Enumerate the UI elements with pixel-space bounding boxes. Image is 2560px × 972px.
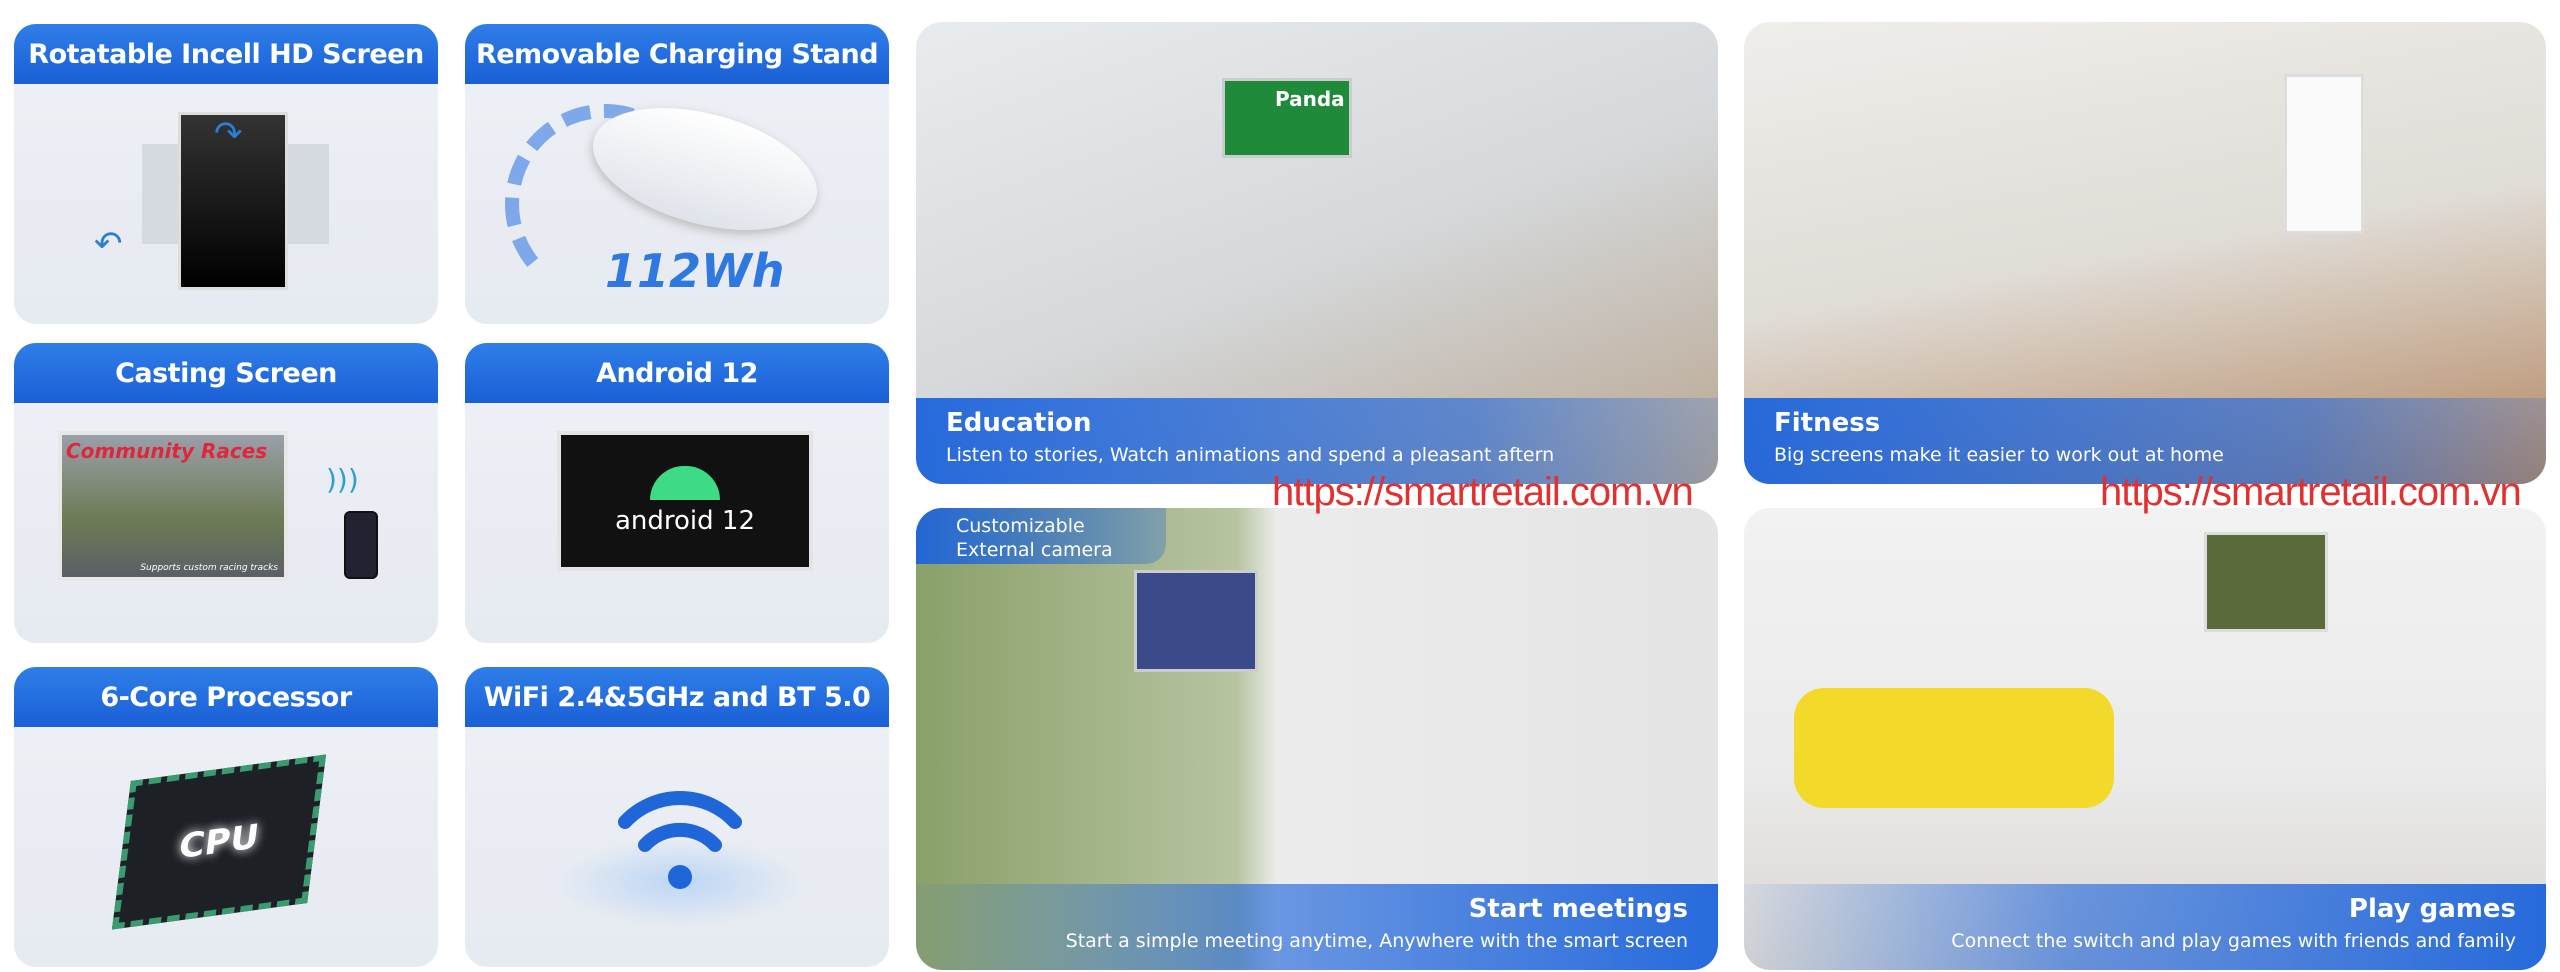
feature-card-wifi: WiFi 2.4&5GHz and BT 5.0 bbox=[465, 667, 889, 967]
scene-meetings: Customizable External camera Start meeti… bbox=[916, 508, 1718, 970]
feature-card-casting: Casting Screen Community Races Supports … bbox=[14, 343, 438, 643]
smart-screen bbox=[2204, 532, 2328, 632]
cast-icon: ))) bbox=[326, 463, 359, 496]
android-icon bbox=[650, 466, 720, 500]
camera-badge: Customizable External camera bbox=[916, 508, 1166, 564]
scene-fitness: Fitness Big screens make it easier to wo… bbox=[1744, 22, 2546, 484]
rotate-arrow-icon: ↷ bbox=[214, 114, 243, 154]
feature-card-processor: 6-Core Processor CPU bbox=[14, 667, 438, 967]
scene-title: Education bbox=[946, 408, 1092, 438]
scene-subtitle: Big screens make it easier to work out a… bbox=[1774, 444, 2224, 466]
screen-label: Panda bbox=[1222, 78, 1352, 158]
screen-caption: Supports custom racing tracks bbox=[140, 563, 278, 573]
cast-tv-screen: Community Races Supports custom racing t… bbox=[58, 431, 288, 581]
scene-title: Start meetings bbox=[1468, 894, 1688, 924]
watermark: https://smartretail.com.vn bbox=[1272, 470, 1694, 514]
yellow-sofa bbox=[1794, 688, 2114, 808]
feature-title: 6-Core Processor bbox=[14, 667, 438, 727]
scene-title: Fitness bbox=[1774, 408, 1881, 438]
phone-icon bbox=[344, 511, 378, 579]
feature-card-android: Android 12 android 12 bbox=[465, 343, 889, 643]
scene-subtitle: Listen to stories, Watch animations and … bbox=[946, 444, 1555, 466]
feature-title: Removable Charging Stand bbox=[465, 24, 889, 84]
android-label: android 12 bbox=[614, 506, 756, 536]
scene-title: Play games bbox=[2348, 894, 2516, 924]
scene-subtitle: Connect the switch and play games with f… bbox=[1951, 930, 2516, 952]
feature-title: Rotatable Incell HD Screen bbox=[14, 24, 438, 84]
feature-card-charging-stand: Removable Charging Stand 112Wh bbox=[465, 24, 889, 324]
feature-title: WiFi 2.4&5GHz and BT 5.0 bbox=[465, 667, 889, 727]
battery-capacity: 112Wh bbox=[605, 244, 785, 298]
caption-band: Play games Connect the switch and play g… bbox=[1744, 884, 2546, 970]
watermark: https://smartretail.com.vn bbox=[2100, 470, 2522, 514]
feature-card-rotatable-screen: Rotatable Incell HD Screen ↷ ↶ bbox=[14, 24, 438, 324]
feature-title: Android 12 bbox=[465, 343, 889, 403]
wifi-icon bbox=[618, 790, 742, 889]
caption-band: Start meetings Start a simple meeting an… bbox=[916, 884, 1718, 970]
feature-title: Casting Screen bbox=[14, 343, 438, 403]
scene-education: Panda Education Listen to stories, Watch… bbox=[916, 22, 1718, 484]
android-tv-screen: android 12 bbox=[557, 431, 813, 571]
cpu-label: CPU bbox=[176, 816, 262, 868]
scene-subtitle: Start a simple meeting anytime, Anywhere… bbox=[1065, 930, 1688, 952]
rotate-arrow-icon: ↶ bbox=[94, 224, 123, 264]
scene-games: Play games Connect the switch and play g… bbox=[1744, 508, 2546, 970]
smart-screen bbox=[2284, 74, 2364, 234]
screen-title: Community Races bbox=[66, 439, 268, 463]
smart-screen bbox=[1134, 570, 1258, 672]
cpu-icon: CPU bbox=[111, 754, 327, 930]
